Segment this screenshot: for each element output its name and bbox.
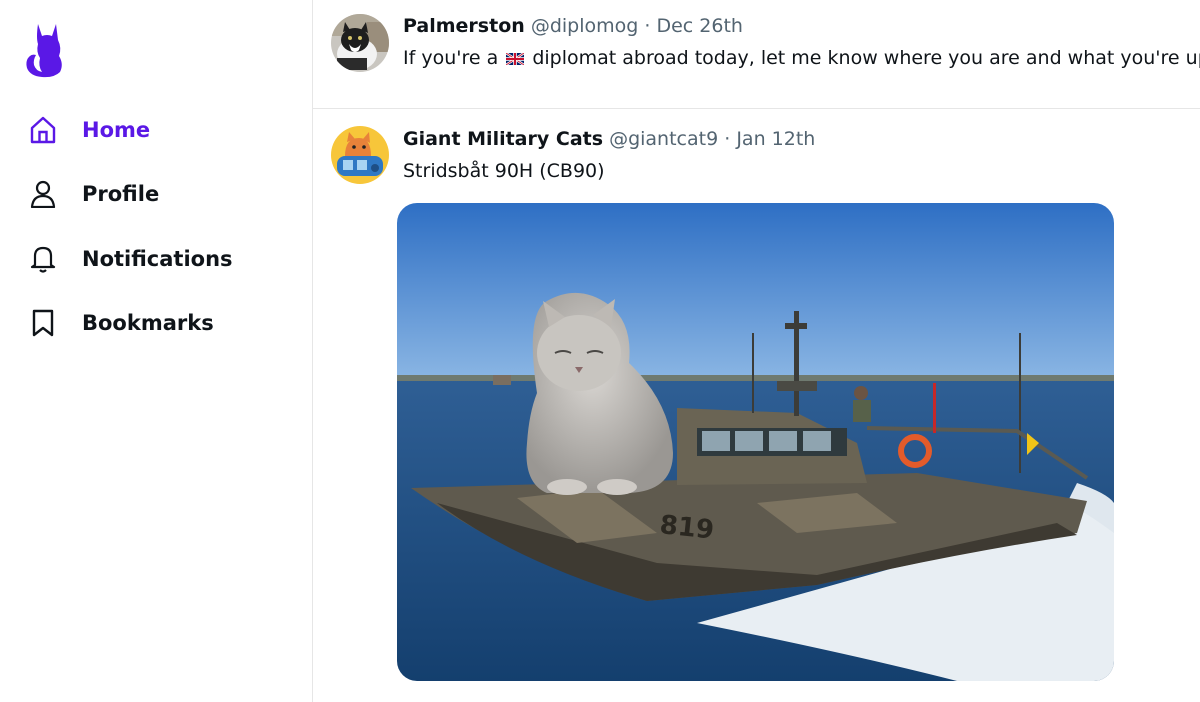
post-date[interactable]: Jan 12th — [736, 128, 815, 150]
author-name[interactable]: Palmerston — [403, 15, 525, 37]
separator: · — [724, 128, 731, 150]
nav-item-notifications[interactable]: Notifications — [30, 239, 233, 279]
nav-item-label: Notifications — [82, 247, 233, 271]
separator: · — [644, 15, 651, 37]
post-header: Palmerston @diplomog · Dec 26th — [403, 15, 743, 37]
feed: Palmerston @diplomog · Dec 26th If you'r… — [313, 0, 1200, 702]
home-icon — [30, 116, 56, 144]
post-divider — [313, 108, 1200, 109]
user-icon — [30, 180, 56, 208]
cat-logo-icon[interactable] — [24, 20, 66, 78]
post-image[interactable]: 819 — [397, 203, 1114, 681]
post[interactable]: Palmerston @diplomog · Dec 26th If you'r… — [313, 0, 1200, 108]
post-text-end: diplomat abroad today, let me know where… — [532, 47, 1200, 69]
avatar[interactable] — [331, 126, 389, 184]
author-handle[interactable]: @giantcat9 — [609, 128, 718, 150]
author-handle[interactable]: @diplomog — [531, 15, 639, 37]
bookmark-icon — [30, 309, 56, 337]
bell-icon — [30, 245, 56, 273]
post-text: Stridsbåt 90H (CB90) — [403, 160, 605, 182]
avatar[interactable] — [331, 14, 389, 72]
nav-item-home[interactable]: Home — [30, 110, 150, 150]
post-header: Giant Military Cats @giantcat9 · Jan 12t… — [403, 128, 815, 150]
sidebar: Home Profile Notifications Bookmarks — [0, 0, 313, 702]
uk-flag-icon — [505, 48, 525, 70]
nav-item-label: Bookmarks — [82, 311, 214, 335]
hull-number: 819 — [658, 510, 715, 546]
nav-item-profile[interactable]: Profile — [30, 174, 159, 214]
nav-item-label: Home — [82, 118, 151, 142]
post-text: If you're a diplomat abroad today, let m… — [403, 47, 1200, 70]
nav-item-label: Profile — [82, 182, 160, 206]
post-date[interactable]: Dec 26th — [656, 15, 742, 37]
author-name[interactable]: Giant Military Cats — [403, 128, 603, 150]
post-text-start: If you're a — [403, 47, 499, 69]
nav-item-bookmarks[interactable]: Bookmarks — [30, 303, 214, 343]
